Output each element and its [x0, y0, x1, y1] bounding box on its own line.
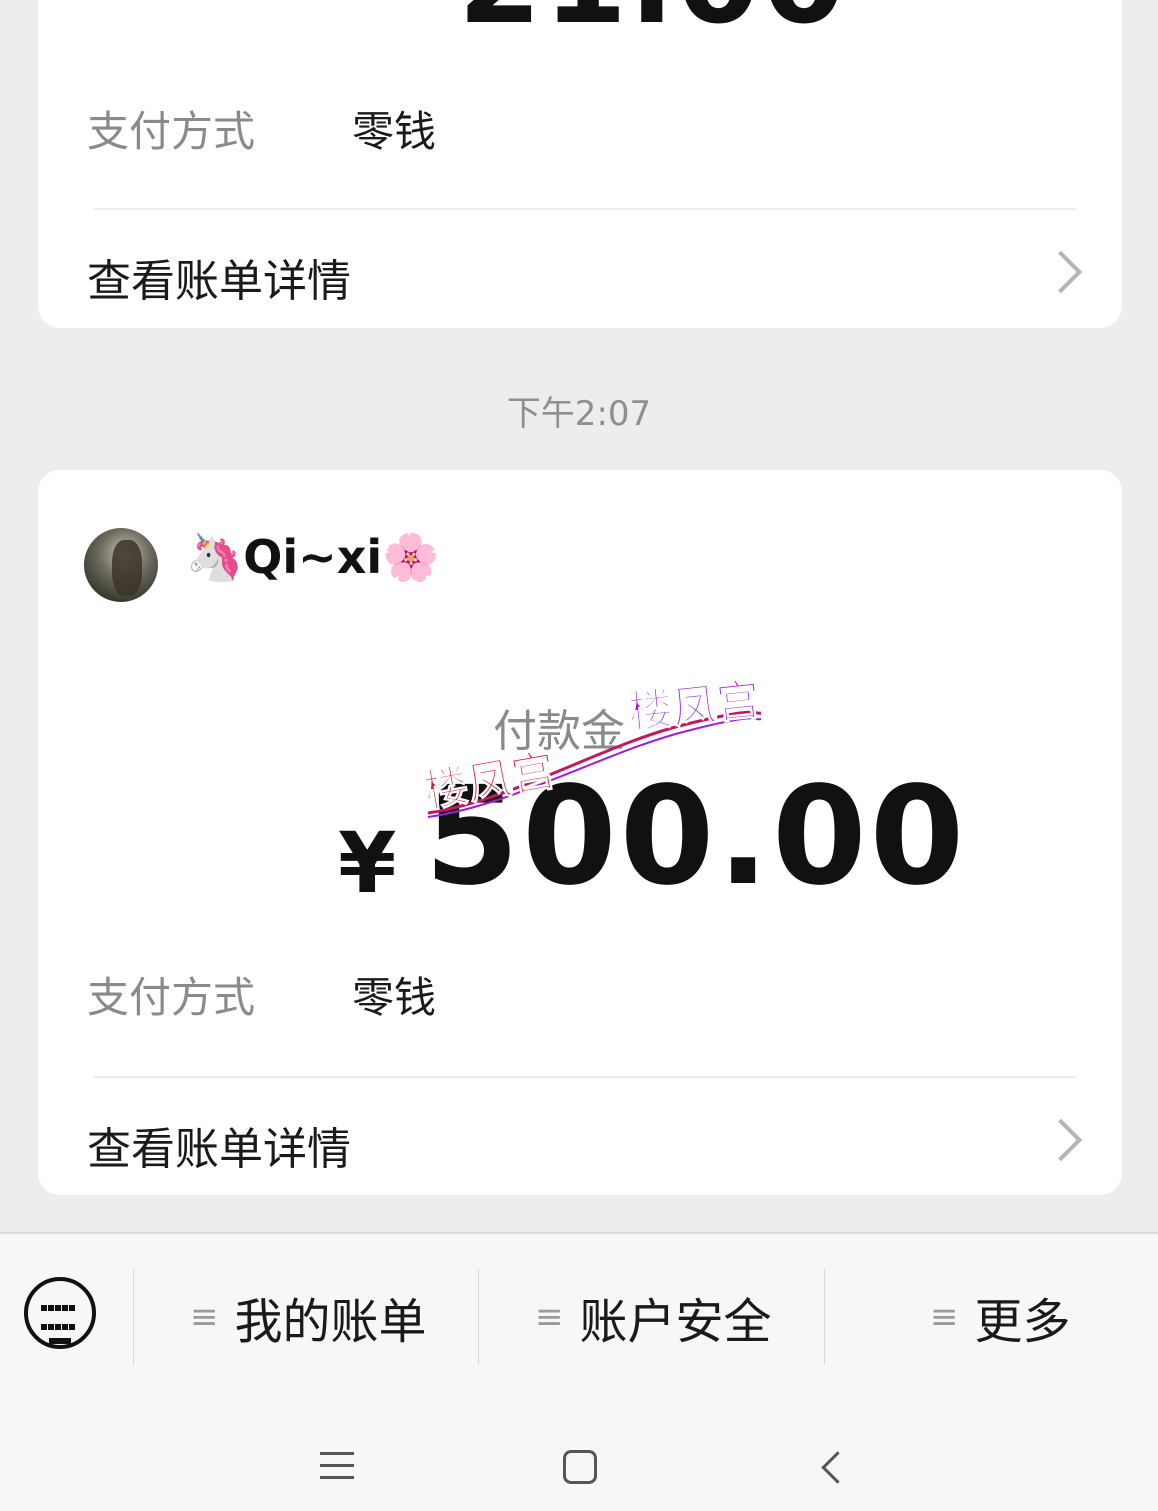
- unicorn-icon: 🦄: [186, 530, 244, 584]
- pay-method-label: 支付方式: [87, 973, 256, 1022]
- menu-more[interactable]: ≡ 更多: [930, 1234, 1071, 1399]
- avatar[interactable]: [84, 528, 158, 602]
- divider: [133, 1269, 134, 1365]
- system-nav-bar: [0, 1398, 1158, 1511]
- view-bill-details-label: 查看账单详情: [87, 1124, 351, 1175]
- keyboard-icon[interactable]: [24, 1277, 96, 1349]
- chevron-right-icon: [1039, 250, 1083, 294]
- message-timestamp: 下午2:07: [506, 394, 652, 434]
- flower-icon: 🌸: [382, 530, 440, 584]
- menu-icon: ≡: [535, 1296, 564, 1337]
- currency-symbol: ¥: [338, 814, 397, 912]
- pay-method-label: 支付方式: [87, 107, 256, 156]
- previous-amount: 21.00: [458, 0, 848, 42]
- pay-method-value: 零钱: [352, 107, 437, 156]
- menu-account-security[interactable]: ≡ 账户安全: [535, 1234, 772, 1399]
- divider: [478, 1269, 479, 1365]
- previous-payment-card: 21.00 支付方式 零钱 查看账单详情: [38, 0, 1122, 328]
- recent-apps-icon[interactable]: [320, 1452, 354, 1488]
- payment-card: 🦄Qi~xi🌸 付款金 ¥ 500.00 楼凤宫 楼凤宫 支付方式 零钱 查看账…: [38, 470, 1122, 1195]
- menu-icon: ≡: [930, 1296, 959, 1337]
- pay-method-value: 零钱: [352, 973, 437, 1022]
- back-icon[interactable]: [821, 1451, 854, 1484]
- menu-icon: ≡: [190, 1296, 219, 1337]
- view-bill-details-label: 查看账单详情: [87, 256, 351, 307]
- home-icon[interactable]: [563, 1450, 597, 1484]
- view-bill-details-row[interactable]: 查看账单详情: [38, 210, 1122, 330]
- divider: [824, 1269, 825, 1365]
- watermark-text: 楼凤宫: [626, 674, 764, 740]
- menu-my-bills[interactable]: ≡ 我的账单: [190, 1234, 427, 1399]
- chevron-right-icon: [1039, 1118, 1083, 1162]
- service-menu-bar: ≡ 我的账单 ≡ 账户安全 ≡ 更多: [0, 1232, 1158, 1399]
- view-bill-details-row[interactable]: 查看账单详情: [38, 1078, 1122, 1198]
- sender-name: 🦄Qi~xi🌸: [186, 530, 440, 584]
